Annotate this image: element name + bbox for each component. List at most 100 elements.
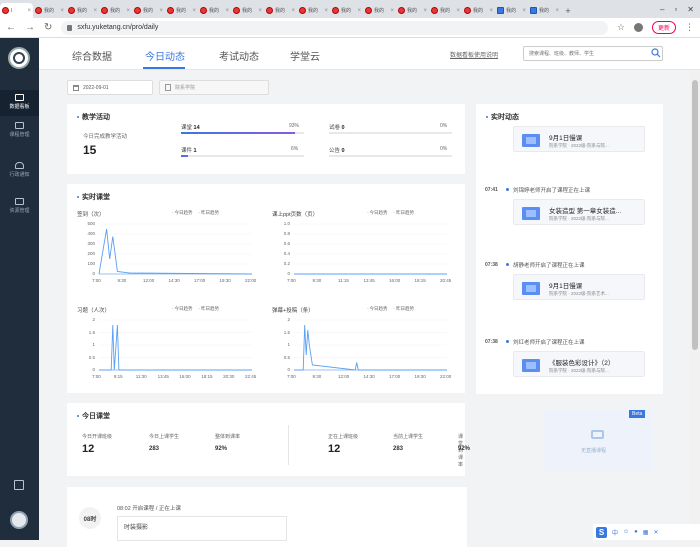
search-icon[interactable] (651, 48, 661, 58)
divider (288, 425, 289, 465)
feed-course-box[interactable]: 9月1日慢课 院系学院 · 2022级-院系与院... (513, 126, 645, 152)
browser-tab[interactable]: 我的 × (330, 3, 363, 18)
browser-tab[interactable]: 我的 × (264, 3, 297, 18)
tab-close-icon[interactable]: × (60, 8, 64, 14)
ime-mode[interactable]: 中 (612, 528, 618, 537)
tab-close-icon[interactable]: × (390, 8, 394, 14)
sidebar-item-notices[interactable]: 行政通知 (0, 162, 39, 188)
scrollbar-thumb[interactable] (692, 80, 698, 350)
tab-close-icon[interactable]: × (357, 8, 361, 14)
ime-toolbar[interactable]: S 中 ☺ ● ▦ ✕ (593, 524, 700, 540)
feed-headline: 刘锦婷老师开启了课程正在上课 (513, 188, 591, 194)
emoji-icon[interactable]: ☺ (623, 529, 629, 535)
stat-value: 12 (328, 443, 341, 455)
reload-icon[interactable]: ↻ (44, 22, 52, 33)
browser-tab[interactable]: 我的 × (231, 3, 264, 18)
browser-tab[interactable]: 我的 × (396, 3, 429, 18)
tab-close-icon[interactable]: × (291, 8, 295, 14)
help-link[interactable]: 数据看板使用说明 (450, 50, 498, 59)
sidebar-item-label: 资源管理 (9, 208, 30, 214)
browser-tab[interactable]: I × (0, 3, 33, 18)
tab-close-icon[interactable]: × (258, 8, 262, 14)
tab-label: 我的 (209, 8, 220, 14)
tab-favicon-icon (35, 7, 42, 14)
tab-close-icon[interactable]: × (27, 8, 31, 14)
feed-course-box[interactable]: 9月1日慢课 院系学院 · 2022级-院系艺术... (513, 274, 645, 300)
tab-close-icon[interactable]: × (555, 8, 559, 14)
tab-close-icon[interactable]: × (423, 8, 427, 14)
live-stream-box[interactable]: Beta 无直播课程 (543, 410, 653, 472)
browser-tab[interactable]: 我的 × (33, 3, 66, 18)
browser-tab[interactable]: 我的 × (99, 3, 132, 18)
tab-close-icon[interactable]: × (93, 8, 97, 14)
tab-cloud[interactable]: 学堂云 (290, 48, 320, 63)
tab-today[interactable]: 今日动态 (145, 48, 185, 63)
close-icon[interactable]: ✕ (687, 5, 694, 14)
card-title: 实时课堂 (77, 192, 110, 202)
minimize-icon[interactable]: – (660, 5, 664, 14)
browser-tab[interactable]: 我的 × (66, 3, 99, 18)
tab-close-icon[interactable]: × (324, 8, 328, 14)
tab-close-icon[interactable]: × (126, 8, 130, 14)
tab-close-icon[interactable]: × (225, 8, 229, 14)
progress-fill (181, 132, 296, 134)
update-button[interactable]: 更新 (651, 21, 676, 34)
sidebar-item-dashboard[interactable]: 数据看板 (0, 90, 39, 116)
new-tab-button[interactable]: + (561, 3, 575, 18)
sidebar-item-label: 数据看板 (9, 104, 30, 110)
metric-progress-notice (329, 155, 452, 157)
browser-tab[interactable]: 我的 × (132, 3, 165, 18)
browser-tab[interactable]: 我的 × (363, 3, 396, 18)
browser-tab[interactable]: 我的 × (198, 3, 231, 18)
top-nav: 综合数据 今日动态 考试动态 学堂云 数据看板使用说明 (39, 38, 700, 70)
tab-close-icon[interactable]: × (522, 8, 526, 14)
metric-pct: 6% (291, 146, 299, 152)
settings-icon[interactable]: ✕ (653, 529, 658, 536)
maximize-icon[interactable]: ▫ (674, 5, 677, 14)
tab-close-icon[interactable]: × (489, 8, 493, 14)
tab-exam[interactable]: 考试动态 (219, 48, 259, 63)
file-icon (522, 359, 540, 372)
sidebar-item-resources[interactable]: 资源管理 (0, 198, 39, 224)
keyboard-icon[interactable]: ▦ (643, 529, 649, 536)
browser-tab[interactable]: 我的 × (297, 3, 330, 18)
page-scrollbar[interactable] (690, 70, 700, 540)
metric-label: 课件 (181, 148, 193, 154)
menu-icon[interactable]: ⋮ (685, 22, 694, 33)
download-icon[interactable] (14, 480, 24, 490)
date-picker[interactable]: 2022-09-01 (67, 80, 153, 95)
profile-icon[interactable] (633, 23, 643, 32)
feed-course-box[interactable]: 《服装色彩设计》（2） 院系学院 · 2022级-院系与院... (513, 351, 645, 377)
tab-favicon-icon (266, 7, 273, 14)
tab-overview[interactable]: 综合数据 (72, 48, 112, 63)
metric-value: 14 (193, 125, 200, 131)
url-field[interactable]: sxfu.yuketang.cn/pro/daily (61, 20, 608, 35)
avatar[interactable] (10, 511, 28, 529)
back-icon[interactable]: ← (6, 22, 16, 33)
browser-tab[interactable]: 我的 × (165, 3, 198, 18)
sidebar-item-courses[interactable]: 课程管理 (0, 122, 39, 148)
browser-tab[interactable]: 我的 × (462, 3, 495, 18)
browser-tab[interactable]: 我的 × (495, 3, 528, 18)
feed-time: 07:41 (485, 187, 498, 193)
forward-icon[interactable]: → (25, 22, 35, 33)
mic-icon[interactable]: ● (634, 529, 638, 535)
feed-course-box[interactable]: 女装造型 第一章女装造... 院系学院 · 2022级-院系与院... (513, 199, 645, 225)
tab-close-icon[interactable]: × (192, 8, 196, 14)
browser-tab[interactable]: 我的 × (528, 3, 561, 18)
search-input[interactable] (523, 46, 663, 61)
tab-favicon-icon (134, 7, 141, 14)
metric-progress-courseware (181, 155, 304, 157)
browser-tab[interactable]: 我的 × (429, 3, 462, 18)
chart-0: 签到（次）今日趋势昨日趋势50040030020010007:009:3012:… (77, 210, 257, 300)
department-select[interactable]: 院系学院 (159, 80, 269, 95)
chart-icon (15, 94, 24, 101)
tab-close-icon[interactable]: × (159, 8, 163, 14)
bookmark-star-icon[interactable]: ☆ (617, 22, 625, 33)
metric-notice: 公告 0 (329, 146, 345, 154)
timeline-course[interactable]: 时装摄影 (117, 516, 287, 541)
chart-plot (99, 319, 252, 371)
realtime-class-card: 实时课堂 签到（次）今日趋势昨日趋势50040030020010007:009:… (67, 184, 465, 393)
sidebar-item-label: 行政通知 (9, 172, 30, 178)
tab-close-icon[interactable]: × (456, 8, 460, 14)
